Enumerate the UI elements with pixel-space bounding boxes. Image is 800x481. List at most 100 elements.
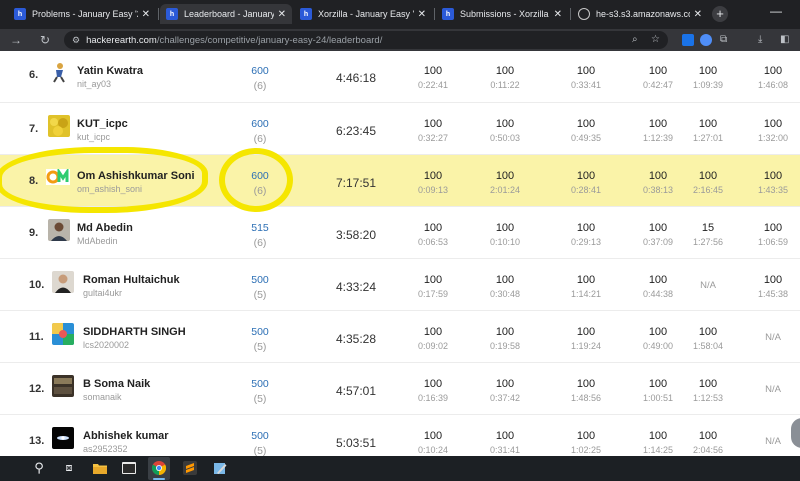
- problem-score: 100: [576, 118, 596, 130]
- profile-extension-icon[interactable]: [700, 34, 712, 46]
- problem-score: 100: [423, 222, 443, 234]
- problem-score: 100: [698, 326, 718, 338]
- hackerearth-favicon-icon: h: [14, 8, 26, 20]
- sidepanel-icon[interactable]: ◧: [780, 34, 789, 45]
- avatar[interactable]: [52, 323, 74, 345]
- problem-time: 1:27:56: [692, 237, 724, 247]
- tab-xorzilla[interactable]: h Xorzilla - January Easy '24 | H ✕: [294, 4, 432, 24]
- problem-time: 1:12:39: [642, 133, 674, 143]
- score: 500: [251, 326, 269, 338]
- problem-score: 100: [648, 118, 668, 130]
- notepad-icon[interactable]: [213, 461, 227, 475]
- total-time: 4:33:24: [335, 280, 377, 294]
- problem-time: 1:32:00: [757, 133, 789, 143]
- close-icon[interactable]: ✕: [418, 9, 426, 20]
- problem-time: 0:49:00: [642, 341, 674, 351]
- avatar[interactable]: [48, 61, 70, 83]
- problem-score: 100: [648, 430, 668, 442]
- close-icon[interactable]: ✕: [278, 9, 286, 20]
- avatar[interactable]: [52, 271, 74, 293]
- close-icon[interactable]: ✕: [554, 9, 562, 20]
- floating-scroll-button[interactable]: [791, 418, 800, 448]
- problem-score: 100: [648, 274, 668, 286]
- user-name-link[interactable]: Yatin Kwatra: [77, 65, 143, 77]
- hackerearth-favicon-icon: h: [442, 8, 454, 20]
- problem-score: 100: [763, 65, 783, 77]
- user-handle: lcs2020002: [83, 340, 130, 350]
- tab-submissions[interactable]: h Submissions - Xorzilla - Janu ✕: [436, 4, 568, 24]
- avatar[interactable]: [52, 427, 74, 449]
- problem-score: 100: [495, 222, 515, 234]
- problem-time: 1:02:25: [570, 445, 602, 455]
- problem-not-attempted: N/A: [700, 280, 716, 291]
- problem-time: 1:45:38: [757, 289, 789, 299]
- problem-time: 0:42:47: [642, 80, 674, 90]
- problem-time: 2:04:56: [692, 445, 724, 455]
- problem-time: 1:12:53: [692, 393, 724, 403]
- address-bar[interactable]: ⚙ hackerearth.com/challenges/competitive…: [64, 31, 668, 49]
- problem-score: 100: [423, 378, 443, 390]
- minimize-window-button[interactable]: —: [770, 4, 782, 18]
- problem-score: 100: [423, 274, 443, 286]
- user-name-link[interactable]: Roman Hultaichuk: [83, 274, 180, 286]
- user-name-link[interactable]: B Soma Naik: [83, 378, 150, 390]
- avatar[interactable]: [48, 219, 70, 241]
- problem-score: 100: [698, 430, 718, 442]
- new-tab-button[interactable]: +: [712, 6, 728, 22]
- browser-toolbar: → ↻ ⚙ hackerearth.com/challenges/competi…: [0, 29, 800, 51]
- extension-icon[interactable]: [682, 34, 694, 46]
- problem-time: 0:19:58: [489, 341, 521, 351]
- problem-score: 100: [576, 170, 596, 182]
- problem-time: 0:50:03: [489, 133, 521, 143]
- total-time: 4:57:01: [335, 384, 377, 398]
- solved-count: (5): [253, 289, 267, 301]
- problem-time: 1:14:25: [642, 445, 674, 455]
- reload-icon[interactable]: ↻: [40, 32, 50, 48]
- close-icon[interactable]: ✕: [142, 9, 150, 20]
- zoom-icon[interactable]: ⌕: [632, 34, 638, 45]
- task-view-icon[interactable]: ⧈: [62, 461, 76, 475]
- problem-time: 0:49:35: [570, 133, 602, 143]
- bookmark-star-icon[interactable]: ☆: [651, 34, 660, 45]
- leaderboard-table: 6. Yatin Kwatra nit_ay03 600 (6) 4:46:18…: [0, 51, 800, 456]
- terminal-icon[interactable]: [122, 461, 136, 475]
- problem-score: 100: [495, 170, 515, 182]
- tab-leaderboard[interactable]: h Leaderboard - January Easy '24 ✕: [160, 4, 292, 24]
- close-icon[interactable]: ✕: [694, 9, 702, 20]
- file-explorer-icon[interactable]: [93, 461, 107, 475]
- site-settings-icon[interactable]: ⚙: [72, 35, 80, 46]
- problem-time: 1:46:08: [757, 80, 789, 90]
- download-icon[interactable]: ⤓: [758, 34, 762, 45]
- problem-time: 1:43:35: [757, 185, 789, 195]
- tab-problems[interactable]: h Problems - January Easy '24 ✕: [8, 4, 156, 24]
- problem-score: 100: [648, 222, 668, 234]
- active-app-indicator: [153, 478, 165, 480]
- total-time: 7:17:51: [335, 176, 377, 190]
- problem-score: 100: [698, 170, 718, 182]
- problem-score: 100: [423, 170, 443, 182]
- tab-separator: [570, 8, 571, 20]
- table-row: 13. Abhishek kumar as2952352 500 (5) 5:0…: [0, 415, 800, 456]
- tab-s3-amazonaws[interactable]: he-s3.s3.amazonaws.com/m ✕: [572, 4, 708, 24]
- browser-tab-bar: h Problems - January Easy '24 ✕ h Leader…: [0, 0, 800, 29]
- problem-time: 0:17:59: [417, 289, 449, 299]
- problem-time: 0:38:13: [642, 185, 674, 195]
- hackerearth-favicon-icon: h: [300, 8, 312, 20]
- avatar[interactable]: [52, 375, 74, 397]
- user-name-link[interactable]: Abhishek kumar: [83, 430, 169, 442]
- user-name-link[interactable]: Md Abedin: [77, 222, 133, 234]
- avatar[interactable]: [48, 115, 70, 137]
- user-name-link[interactable]: SIDDHARTH SINGH: [83, 326, 186, 338]
- sublime-icon[interactable]: [183, 461, 197, 475]
- score: 500: [251, 430, 269, 442]
- back-arrow-icon[interactable]: →: [10, 32, 22, 48]
- solved-count: (6): [253, 237, 267, 249]
- problem-score: 100: [698, 65, 718, 77]
- problem-score: 100: [763, 118, 783, 130]
- search-icon[interactable]: ⚲: [32, 460, 46, 475]
- chrome-icon[interactable]: [152, 461, 166, 475]
- problem-score: 100: [423, 118, 443, 130]
- problem-score: 100: [698, 378, 718, 390]
- user-name-link[interactable]: KUT_icpc: [77, 118, 128, 130]
- extensions-icon[interactable]: ⧉: [720, 34, 727, 45]
